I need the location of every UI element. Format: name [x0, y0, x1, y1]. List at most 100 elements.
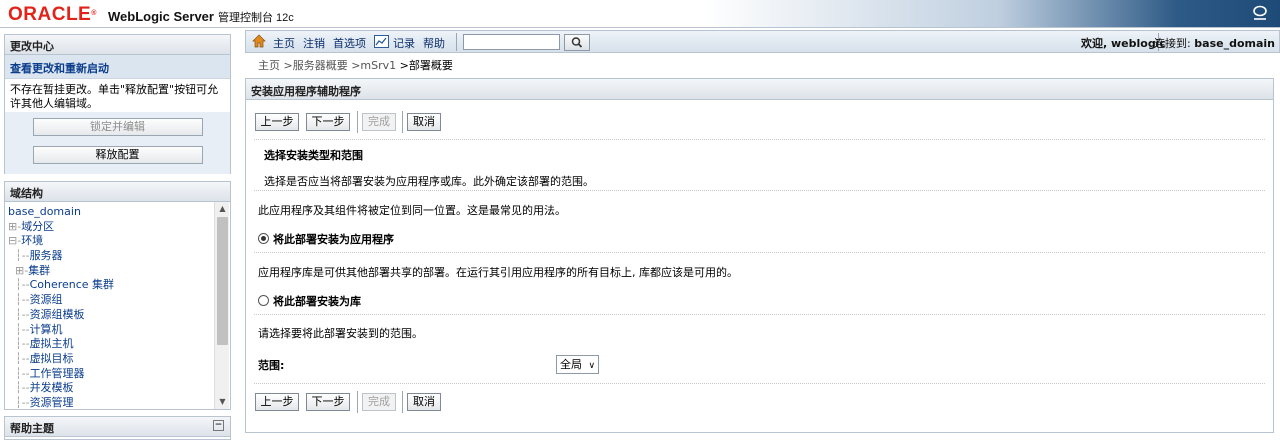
- change-center-header: 更改中心: [5, 35, 230, 55]
- top-banner: ORACLE® WebLogic Server 管理控制台 12c: [0, 0, 1280, 28]
- connected-domain: base_domain: [1194, 37, 1275, 50]
- oracle-help-icon[interactable]: [1252, 4, 1268, 22]
- tree-item[interactable]: ┆--资源组: [8, 293, 213, 308]
- app-description: 此应用程序及其组件将被定位到同一位置。这是最常见的用法。: [258, 204, 566, 217]
- tree-item[interactable]: ⊞-域分区: [8, 220, 213, 235]
- tree-item[interactable]: ┆--虚拟目标: [8, 352, 213, 367]
- scope-select[interactable]: 全局 ∨: [556, 355, 600, 374]
- tree-item-label[interactable]: Coherence 集群: [30, 278, 114, 291]
- search-input[interactable]: [463, 34, 560, 50]
- oracle-logo: ORACLE®: [8, 4, 97, 25]
- radio-app-button[interactable]: [258, 233, 269, 244]
- tree-item-label[interactable]: 资源组: [30, 293, 63, 306]
- finish-button-bottom[interactable]: 完成: [362, 393, 396, 411]
- tree-item[interactable]: base_domain: [8, 205, 213, 220]
- tree-connector: ┆--: [8, 307, 30, 321]
- tree-item-label[interactable]: 并发模板: [30, 381, 74, 394]
- next-button-bottom[interactable]: 下一步: [306, 393, 350, 411]
- domain-structure-header: 域结构: [5, 182, 230, 202]
- scroll-thumb[interactable]: [217, 217, 228, 345]
- preferences-link[interactable]: 首选项: [333, 35, 366, 51]
- tree-connector: ⊞-: [8, 263, 29, 277]
- radio-app-option[interactable]: 将此部署安装为应用程序: [258, 231, 394, 247]
- domain-tree-area: base_domain ⊞-域分区 ⊟-环境 ┆--服务器 ⊞-集群 ┆--Cohe…: [5, 202, 230, 409]
- button-divider: [402, 111, 403, 133]
- help-topics-panel: 帮助主题 −: [4, 416, 231, 440]
- search-button[interactable]: [564, 34, 590, 51]
- scope-description: 请选择要将此部署安装到的范围。: [258, 327, 423, 340]
- top-toolbar: 主页 注销 首选项 记录 帮助 欢迎, weblogic 连接到: base_d…: [245, 30, 1280, 53]
- back-button[interactable]: 上一步: [255, 113, 299, 131]
- tree-connector: ┆--: [8, 293, 30, 307]
- next-button[interactable]: 下一步: [306, 113, 350, 131]
- release-config-button[interactable]: 释放配置: [32, 146, 203, 164]
- toolbar-divider: [456, 33, 457, 51]
- tree-item[interactable]: ┆--服务器: [8, 249, 213, 264]
- back-button-bottom[interactable]: 上一步: [255, 393, 299, 411]
- cancel-button[interactable]: 取消: [407, 113, 441, 131]
- divider: [254, 139, 1265, 140]
- domain-structure-panel: 域结构 base_domain ⊞-域分区 ⊟-环境 ┆--服务器 ⊞-集群 ┆--…: [4, 181, 231, 410]
- scroll-up-icon[interactable]: ▲: [215, 202, 230, 216]
- tree-connector: ⊞-: [8, 219, 22, 233]
- tree-item[interactable]: ⊞-集群: [8, 264, 213, 279]
- lock-edit-button[interactable]: 锁定并编辑: [32, 118, 203, 136]
- view-changes-link[interactable]: 查看更改和重新启动: [5, 55, 230, 79]
- assistant-header: 安装应用程序辅助程序: [246, 79, 1273, 100]
- tree-item[interactable]: ┆--资源管理: [8, 396, 213, 409]
- tree-item[interactable]: ┆--虚拟主机: [8, 337, 213, 352]
- button-divider: [357, 391, 358, 413]
- scroll-down-icon[interactable]: ▼: [215, 395, 230, 409]
- product-name: WebLogic Server: [108, 9, 214, 24]
- tree-item-label[interactable]: base_domain: [8, 205, 81, 218]
- tree-connector: ┆--: [8, 381, 30, 395]
- section-description: 选择是否应当将部署安装为应用程序或库。此外确定该部署的范围。: [264, 175, 594, 188]
- home-link[interactable]: 主页: [273, 35, 295, 51]
- tree-item-label[interactable]: 域分区: [21, 220, 54, 233]
- collapse-icon[interactable]: −: [213, 420, 224, 431]
- tree-item-label[interactable]: 服务器: [30, 249, 63, 262]
- radio-library-button[interactable]: [258, 295, 269, 306]
- tree-item-label[interactable]: 资源管理: [30, 396, 74, 409]
- tree-item[interactable]: ┆--计算机: [8, 323, 213, 338]
- tree-connector: ┆--: [8, 322, 30, 336]
- record-link[interactable]: 记录: [393, 35, 415, 51]
- home-icon[interactable]: [252, 34, 266, 48]
- tree-item[interactable]: ⊟-环境: [8, 234, 213, 249]
- tree-item-label[interactable]: 计算机: [30, 323, 63, 336]
- tree-item[interactable]: ┆--Coherence 集群: [8, 278, 213, 293]
- record-icon[interactable]: [374, 35, 389, 48]
- cancel-button-bottom[interactable]: 取消: [407, 393, 441, 411]
- section-title: 选择安装类型和范围: [264, 149, 363, 162]
- search-icon: [571, 37, 583, 48]
- tree-scrollbar[interactable]: ▲ ▼: [214, 202, 229, 409]
- radio-library-label[interactable]: 将此部署安装为库: [273, 295, 361, 308]
- logout-link[interactable]: 注销: [303, 35, 325, 51]
- tree-item-label[interactable]: 虚拟目标: [30, 352, 74, 365]
- divider: [254, 314, 1265, 315]
- change-center-panel: 更改中心 查看更改和重新启动 不存在暂挂更改。单击"释放配置"按钮可允许其他人编…: [4, 34, 231, 174]
- tree-item[interactable]: ┆--工作管理器: [8, 367, 213, 382]
- connected-label: 连接到:: [1154, 37, 1191, 50]
- domain-tree: base_domain ⊞-域分区 ⊟-环境 ┆--服务器 ⊞-集群 ┆--Cohe…: [8, 205, 213, 409]
- tree-item[interactable]: ┆--资源组模板: [8, 308, 213, 323]
- help-link[interactable]: 帮助: [423, 35, 445, 51]
- scope-value: 全局: [560, 358, 582, 371]
- tree-item-label[interactable]: 环境: [21, 234, 43, 247]
- finish-button[interactable]: 完成: [362, 113, 396, 131]
- radio-app-label[interactable]: 将此部署安装为应用程序: [273, 233, 394, 246]
- tree-connector: ⊟-: [8, 234, 22, 248]
- breadcrumb-home[interactable]: 主页: [258, 59, 280, 72]
- breadcrumb: 主页 >服务器概要 >mSrv1 >部署概要: [258, 57, 453, 73]
- tree-item-label[interactable]: 集群: [28, 264, 50, 277]
- breadcrumb-servers[interactable]: >服务器概要: [284, 59, 348, 72]
- install-assistant-panel: 安装应用程序辅助程序 上一步 下一步 完成 取消 选择安装类型和范围 选择是否应…: [245, 78, 1274, 433]
- tree-item-label[interactable]: 资源组模板: [30, 308, 85, 321]
- tree-item[interactable]: ┆--并发模板: [8, 381, 213, 396]
- divider: [254, 190, 1265, 191]
- tree-item-label[interactable]: 工作管理器: [30, 367, 85, 380]
- tree-item-label[interactable]: 虚拟主机: [30, 337, 74, 350]
- breadcrumb-msrv1[interactable]: >mSrv1: [351, 59, 396, 72]
- library-description: 应用程序库是可供其他部署共享的部署。在运行其引用应用程序的所有目标上, 库都应该…: [258, 266, 738, 279]
- radio-library-option[interactable]: 将此部署安装为库: [258, 293, 361, 309]
